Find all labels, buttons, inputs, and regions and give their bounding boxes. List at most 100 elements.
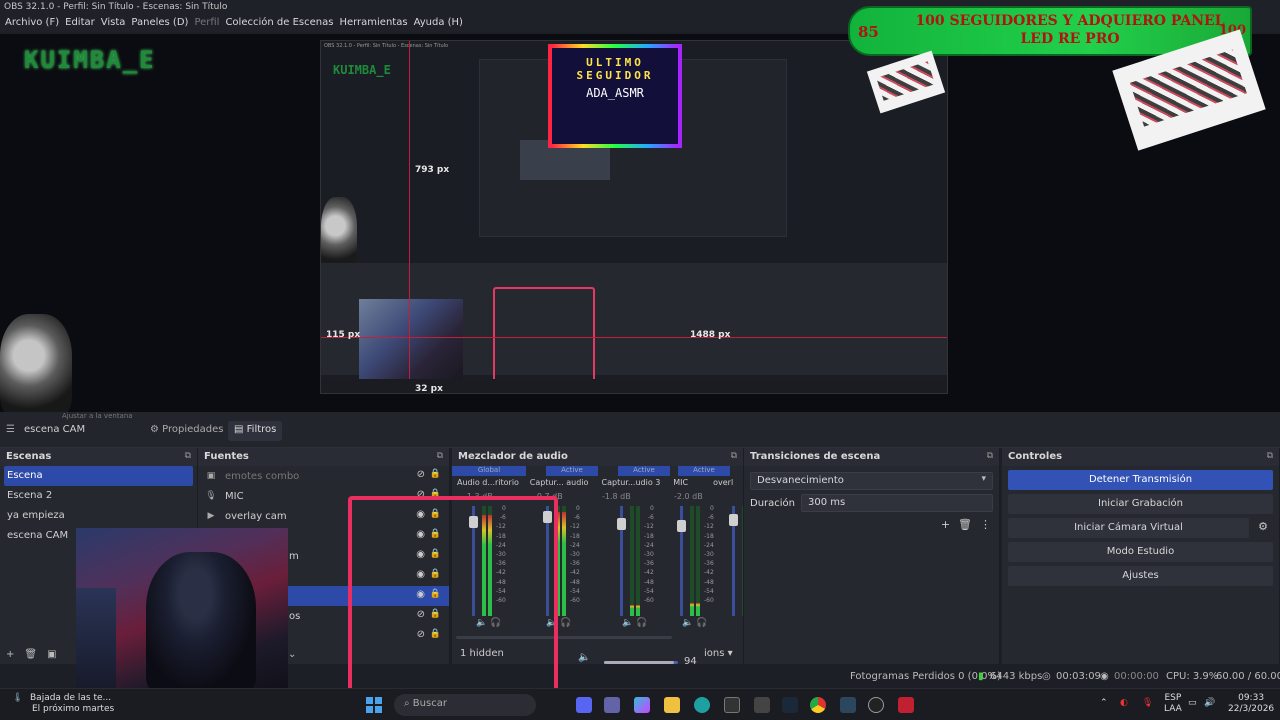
db-scale-tick: -60 — [570, 597, 580, 605]
headphones-icon[interactable]: 🎧 — [560, 618, 571, 628]
volume-fader[interactable] — [729, 506, 738, 616]
more-icon[interactable]: ⋮ — [980, 518, 991, 531]
undock-icon[interactable]: ⧉ — [437, 451, 443, 461]
db-scale-tick: -6 — [647, 514, 654, 522]
db-scale-tick: -30 — [704, 551, 714, 559]
db-scale-tick: 0 — [709, 505, 714, 512]
volume-value: 94 — [684, 656, 697, 667]
volume-fader[interactable] — [617, 506, 626, 616]
speaker-icon[interactable]: 🔈 — [622, 618, 633, 628]
mixer-db-value: -1.8 dB — [602, 492, 631, 501]
undock-icon[interactable]: ⧉ — [987, 451, 993, 461]
scene-item[interactable]: Escena 2 — [0, 486, 197, 506]
scene-filters-icon[interactable]: ▣ — [47, 649, 56, 660]
fader-knob[interactable] — [617, 518, 626, 530]
properties-tab[interactable]: ⚙ Propiedades — [144, 421, 229, 441]
tray-app-icon[interactable]: ◐ — [1120, 698, 1128, 709]
preview-canvas[interactable]: KUIMBA_E OBS 32.1.0 - Perfil: Sin Título… — [0, 34, 1280, 412]
transition-select[interactable]: Desvanecimiento ▾ — [750, 472, 993, 490]
db-scale-tick: -30 — [644, 551, 654, 559]
chrome-icon[interactable] — [810, 697, 826, 713]
remove-scene-icon[interactable]: 🗑 — [24, 649, 37, 660]
virtual-camera-row: Iniciar Cámara Virtual ⚙ — [1008, 518, 1273, 538]
fit-window-hint[interactable]: Ajustar a la ventana — [62, 412, 133, 420]
headphones-icon[interactable]: 🎧 — [636, 618, 647, 628]
menu-vista[interactable]: Vista — [98, 16, 129, 32]
fader-knob[interactable] — [677, 520, 686, 532]
current-scene-label: ☰ escena CAM — [6, 424, 85, 435]
skull-overlay-left — [0, 314, 72, 412]
app-icon[interactable] — [724, 697, 740, 713]
settings-button[interactable]: Ajustes — [1008, 566, 1273, 586]
app-icon[interactable] — [898, 697, 914, 713]
media-play-icon: ▶ — [207, 511, 215, 521]
duration-input[interactable]: 300 ms — [801, 494, 993, 512]
tray-chevron-icon[interactable]: ⌃ — [1100, 698, 1108, 709]
px-label-bottom: 32 px — [415, 384, 443, 394]
gear-icon[interactable]: ⚙ — [1253, 518, 1273, 538]
headphones-icon[interactable]: 🎧 — [696, 618, 707, 628]
add-icon[interactable]: + — [941, 518, 950, 531]
mixer-tag: Global — [452, 466, 526, 476]
teams-icon[interactable] — [604, 697, 620, 713]
mixer-channel-name: overl — [713, 478, 734, 487]
mixer-db-value: -2.0 dB — [674, 492, 703, 501]
steam-icon[interactable] — [840, 697, 856, 713]
discord-icon[interactable] — [576, 697, 592, 713]
db-scale-tick: -6 — [573, 514, 580, 522]
level-meter — [562, 506, 566, 616]
menu-herramientas[interactable]: Herramientas — [336, 16, 410, 32]
scenes-dock-title: Escenas — [6, 451, 52, 462]
lock-icon[interactable]: 🔒 — [430, 469, 441, 479]
weather-widget[interactable]: 🌡 Bajada de las te... El próximo martes — [12, 693, 114, 715]
language-indicator[interactable]: ESP LAA — [1164, 693, 1182, 715]
tray-mic-icon[interactable]: 🎙 — [1142, 698, 1153, 709]
speaker-icon[interactable]: 🔈 — [682, 618, 693, 628]
scene-item[interactable]: Escena — [4, 466, 193, 486]
add-scene-icon[interactable]: + — [6, 649, 14, 660]
menu-paneles[interactable]: Paneles (D) — [128, 16, 191, 32]
taskbar-search[interactable]: ⌕ Buscar — [394, 694, 536, 716]
undock-icon[interactable]: ⧉ — [1267, 451, 1273, 461]
transition-select-value: Desvanecimiento — [757, 475, 844, 486]
source-item[interactable]: ▣ emotes combo ⊘ 🔒 — [198, 466, 449, 486]
menu-perfil[interactable]: Perfil — [191, 16, 222, 32]
filters-tab[interactable]: ▤ Filtros — [228, 421, 283, 441]
signal-icon: ▮ — [978, 671, 984, 682]
level-meter — [696, 506, 700, 616]
chevron-down-icon[interactable]: ⌄ — [288, 649, 296, 660]
level-meter-fill — [696, 602, 700, 616]
start-virtual-camera-button[interactable]: Iniciar Cámara Virtual — [1008, 518, 1249, 538]
filter-icon: ▤ — [234, 424, 244, 435]
mixer-options-button[interactable]: ions ▾ — [704, 648, 733, 659]
undock-icon[interactable]: ⧉ — [731, 451, 737, 461]
clock[interactable]: 09:33 22/3/2026 — [1228, 693, 1274, 715]
studio-mode-button[interactable]: Modo Estudio — [1008, 542, 1273, 562]
undock-icon[interactable]: ⧉ — [185, 451, 191, 461]
start-recording-button[interactable]: Iniciar Grabación — [1008, 494, 1273, 514]
steam-icon[interactable] — [782, 697, 798, 713]
copilot-icon[interactable] — [634, 697, 650, 713]
volume-slider[interactable] — [604, 661, 678, 664]
fader-knob[interactable] — [729, 514, 738, 526]
network-icon[interactable]: ▭ — [1188, 698, 1197, 709]
gear-icon: ⚙ — [150, 424, 159, 435]
menu-ayuda[interactable]: Ayuda (H) — [411, 16, 466, 32]
trash-icon[interactable]: 🗑 — [958, 518, 972, 531]
menu-coleccion-escenas[interactable]: Colección de Escenas — [222, 16, 336, 32]
windows-start-icon[interactable] — [366, 697, 382, 713]
menu-editar[interactable]: Editar — [62, 16, 98, 32]
volume-fader[interactable] — [677, 506, 686, 616]
scene-item[interactable]: ya empieza — [0, 506, 197, 526]
scene-subbar: Ajustar a la ventana ☰ escena CAM ⚙ Propi… — [0, 412, 1280, 448]
obs-icon[interactable] — [868, 697, 884, 713]
menu-archivo[interactable]: Archivo (F) — [2, 16, 62, 32]
file-explorer-icon[interactable] — [664, 697, 680, 713]
edge-icon[interactable] — [694, 697, 710, 713]
db-scale-tick: -24 — [704, 541, 714, 549]
stop-streaming-button[interactable]: Detener Transmisión — [1008, 470, 1273, 490]
mixer-tag: Active — [618, 466, 670, 476]
volume-icon[interactable]: 🔊 — [1204, 698, 1215, 709]
epic-games-icon[interactable] — [754, 697, 770, 713]
eye-hidden-icon[interactable]: ⊘ — [417, 469, 425, 480]
